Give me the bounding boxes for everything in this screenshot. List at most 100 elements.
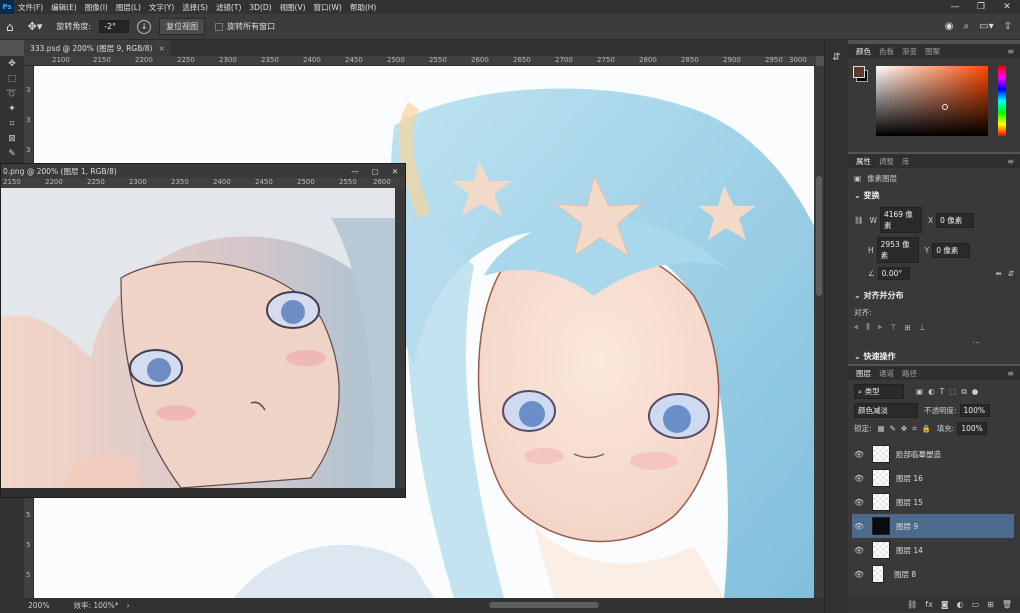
canvas-vertical-scrollbar[interactable] [814,66,824,598]
tab-properties[interactable]: 属性 [852,156,875,167]
minimize-icon[interactable]: — [345,167,365,176]
lock-all-icon[interactable]: 🔒 [921,424,930,433]
y-field[interactable]: 0 像素 [932,242,971,258]
scrollbar-thumb[interactable] [816,176,822,296]
user-icon[interactable]: ◉ [945,21,954,32]
flip-vertical-icon[interactable]: ⇵ [1008,269,1014,278]
align-section-header[interactable]: ⌄ 对齐并分布 [848,286,1020,305]
search-icon[interactable]: ⌕ [964,21,970,32]
menu-select[interactable]: 选择(S) [178,2,212,13]
maximize-icon[interactable]: ▢ [365,167,385,176]
floating-window-scrollbar[interactable] [395,188,405,488]
lock-pixels-icon[interactable]: ✎ [890,424,896,433]
filter-smart-icon[interactable]: ⧉ [961,387,966,397]
menu-edit[interactable]: 编辑(E) [47,2,81,13]
trash-icon[interactable]: 🗑 [1002,600,1012,609]
floating-window-canvas[interactable] [1,188,395,488]
workspace-icon[interactable]: ▭▾ [979,21,993,32]
tab-patterns[interactable]: 图案 [921,46,944,57]
filter-adjust-icon[interactable]: ◐ [928,387,935,396]
align-middle-icon[interactable]: ⊞ [904,323,910,332]
rotate-all-windows-option[interactable]: 旋转所有窗口 [215,21,275,32]
more-options-icon[interactable]: ... [973,336,980,345]
quick-actions-section-header[interactable]: ⌄ 快速操作 [848,347,1020,366]
tab-color[interactable]: 颜色 [852,46,875,57]
flip-horizontal-icon[interactable]: ⇹ [995,269,1001,278]
align-center-icon[interactable]: ⫼ [866,322,869,332]
share-icon[interactable]: ⇪ [1004,21,1012,32]
menu-window[interactable]: 窗口(W) [310,2,346,13]
filter-type-icon[interactable]: T [940,387,945,396]
eye-icon[interactable]: 👁 [852,498,866,507]
rotate-view-tool-icon[interactable]: ✥▾ [28,20,43,33]
menu-filter[interactable]: 滤镜(T) [212,2,245,13]
lock-artboard-icon[interactable]: ⌗ [912,424,916,434]
new-group-icon[interactable]: ▭ [972,600,980,609]
layer-row[interactable]: 👁 图层 8 [852,562,1014,586]
close-icon[interactable]: ✕ [385,167,405,176]
foreground-color-swatch[interactable] [853,66,865,78]
floating-window-titlebar[interactable]: 0.png @ 200% (图层 1, RGB/8) — ▢ ✕ [1,164,405,178]
tab-libraries[interactable]: 库 [898,156,914,167]
floating-document-window[interactable]: 0.png @ 200% (图层 1, RGB/8) — ▢ ✕ 2150 22… [0,163,406,498]
panel-menu-icon[interactable]: ≡ [1007,369,1020,378]
home-icon[interactable]: ⌂ [6,20,14,34]
tab-gradients[interactable]: 渐变 [898,46,921,57]
height-field[interactable]: 2953 像素 [876,237,919,263]
align-right-icon[interactable]: ⫸ [878,322,882,332]
lock-position-icon[interactable]: ✥ [901,424,907,433]
color-picker-cursor[interactable] [942,104,948,110]
frame-tool-icon[interactable]: ⊠ [0,131,24,146]
filter-pixel-icon[interactable]: ▣ [916,387,923,396]
angle-field[interactable]: 0.00° [877,267,910,280]
tab-paths[interactable]: 路径 [898,368,921,379]
minimize-icon[interactable]: — [942,2,968,12]
align-left-icon[interactable]: ⫷ [854,322,858,332]
width-field[interactable]: 4169 像素 [879,207,922,233]
eye-icon[interactable]: 👁 [852,474,866,483]
tab-swatches[interactable]: 色板 [875,46,898,57]
document-tab[interactable]: 333.psd @ 200% (图层 9, RGB/8) × [24,40,171,56]
transform-section-header[interactable]: ⌄ 变换 [848,186,1020,205]
filter-toggle-icon[interactable]: ● [972,387,979,396]
tab-close-icon[interactable]: × [158,44,164,53]
align-bottom-icon[interactable]: ⊥ [919,323,926,332]
history-panel-icon[interactable]: ⇵ [825,52,848,63]
menu-help[interactable]: 帮助(H) [346,2,381,13]
canvas-horizontal-scroll-thumb[interactable] [489,602,599,608]
fill-field[interactable]: 100% [957,422,988,435]
menu-3d[interactable]: 3D(D) [245,3,275,12]
rotate-dial-icon[interactable]: ↓ [137,19,152,34]
adjustment-layer-icon[interactable]: ◐ [957,600,964,609]
magic-wand-tool-icon[interactable]: ✦ [0,101,24,116]
layer-row-selected[interactable]: 👁 图层 9 [852,514,1014,538]
maximize-icon[interactable]: ❐ [968,2,994,12]
menu-type[interactable]: 文字(Y) [145,2,178,13]
reset-view-button[interactable]: 复位视图 [159,18,206,35]
color-picker-field[interactable] [876,66,988,136]
eyedropper-tool-icon[interactable]: ✎ [0,146,24,161]
layer-filter-select[interactable]: ⌕ 类型 [854,384,904,399]
eye-icon[interactable]: 👁 [852,570,866,579]
hue-slider[interactable] [998,66,1006,136]
layer-row[interactable]: 👁 图层 16 [852,466,1014,490]
close-icon[interactable]: ✕ [994,2,1020,12]
zoom-level[interactable]: 200% [28,601,49,610]
marquee-tool-icon[interactable]: ⬚ [0,71,24,86]
x-field[interactable]: 0 像素 [936,212,975,228]
rotate-all-checkbox[interactable] [215,22,224,31]
crop-tool-icon[interactable]: ⌗ [0,116,24,131]
add-mask-icon[interactable]: ◙ [941,600,949,609]
link-layers-icon[interactable]: ⛓ [907,600,917,609]
layer-row[interactable]: 👁 脸部临摹塑造 [852,442,1014,466]
new-layer-icon[interactable]: ⊞ [987,600,994,609]
tab-layers[interactable]: 图层 [852,368,875,379]
tab-adjustments[interactable]: 调整 [875,156,898,167]
link-icon[interactable]: ⛓ [854,216,864,225]
eye-icon[interactable]: 👁 [852,546,866,555]
eye-icon[interactable]: 👁 [852,522,866,531]
lasso-tool-icon[interactable]: ➰ [0,86,24,101]
layer-row[interactable]: 👁 图层 15 [852,490,1014,514]
menu-view[interactable]: 视图(V) [276,2,310,13]
panel-menu-icon[interactable]: ≡ [1007,157,1020,166]
